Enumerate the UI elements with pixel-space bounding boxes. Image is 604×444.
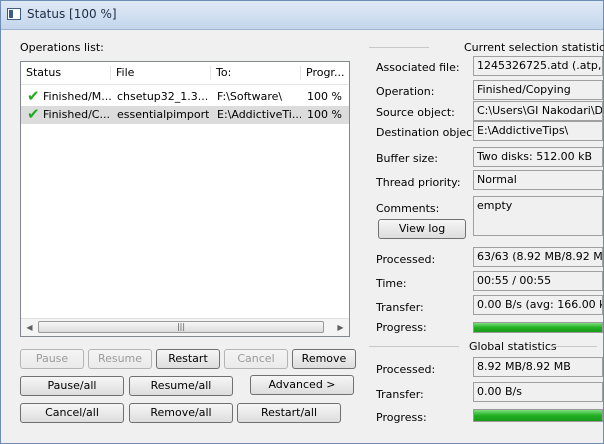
- restart-button[interactable]: Restart: [156, 349, 220, 369]
- app-window-icon: [7, 8, 21, 20]
- pause-all-button[interactable]: Pause/all: [20, 376, 124, 396]
- pause-button[interactable]: Pause: [20, 349, 84, 369]
- view-log-button[interactable]: View log: [378, 219, 466, 239]
- progress-label: Progress:: [376, 321, 427, 334]
- table-row[interactable]: ✔ Finished/C... essentialpimport3 E:\Add…: [21, 106, 349, 124]
- comments-value: empty: [473, 196, 603, 236]
- remove-button[interactable]: Remove: [292, 349, 356, 369]
- time-label: Time:: [376, 277, 407, 290]
- destination-object-label: Destination object:: [376, 126, 481, 139]
- buffer-size-value: Two disks: 512.00 kB: [473, 147, 603, 167]
- operations-list-label: Operations list:: [20, 41, 104, 54]
- thread-priority-label: Thread priority:: [376, 176, 461, 189]
- associated-file-label: Associated file:: [376, 61, 460, 74]
- resume-all-button[interactable]: Resume/all: [129, 376, 233, 396]
- global-processed-label: Processed:: [376, 363, 436, 376]
- operation-value: Finished/Copying: [473, 80, 603, 100]
- buffer-size-label: Buffer size:: [376, 152, 438, 165]
- processed-label: Processed:: [376, 253, 436, 266]
- resume-button[interactable]: Resume: [88, 349, 152, 369]
- section-divider: [551, 346, 597, 347]
- remove-all-button[interactable]: Remove/all: [129, 403, 233, 423]
- title-bar[interactable]: Status [100 %]: [1, 1, 603, 30]
- operations-list[interactable]: Status File To: Progr... ✔ Finished/M...…: [20, 61, 350, 337]
- list-header: Status File To: Progr...: [21, 62, 349, 85]
- column-header-status[interactable]: Status: [21, 66, 111, 80]
- processed-value: 63/63 (8.92 MB/8.92 MB): [473, 247, 603, 267]
- column-header-to[interactable]: To:: [211, 66, 301, 80]
- thread-priority-value: Normal: [473, 170, 603, 190]
- table-row[interactable]: ✔ Finished/M... chsetup32_1.3... F:\Soft…: [21, 88, 349, 106]
- global-progress-label: Progress:: [376, 411, 427, 424]
- row-progress: 100 %: [307, 90, 342, 103]
- section-divider: [369, 47, 429, 48]
- comments-label: Comments:: [376, 202, 440, 215]
- time-value: 00:55 / 00:55: [473, 271, 603, 291]
- transfer-value: 0.00 B/s (avg: 166.00 kB/: [473, 295, 603, 315]
- source-object-value: C:\Users\GI Nakodari\Des: [473, 101, 603, 121]
- source-object-label: Source object:: [376, 106, 455, 119]
- column-header-file[interactable]: File: [111, 66, 211, 80]
- row-progress: 100 %: [307, 108, 342, 121]
- global-stats-heading: Global statistics: [469, 340, 557, 353]
- window-title: Status [100 %]: [27, 7, 117, 21]
- global-processed-value: 8.92 MB/8.92 MB: [473, 357, 603, 377]
- global-progress-bar: [473, 409, 603, 422]
- column-header-progress[interactable]: Progr...: [301, 66, 349, 80]
- global-transfer-value: 0.00 B/s: [473, 382, 603, 402]
- scroll-right-icon[interactable]: ▶: [332, 319, 349, 336]
- cancel-button[interactable]: Cancel: [224, 349, 288, 369]
- row-destination: F:\Software\: [217, 90, 283, 103]
- horizontal-scrollbar[interactable]: ◀ ||| ▶: [21, 318, 349, 336]
- checkmark-icon: ✔: [27, 105, 40, 123]
- section-divider: [369, 346, 459, 347]
- transfer-label: Transfer:: [376, 301, 424, 314]
- row-status: Finished/M...: [43, 90, 111, 103]
- scrollbar-thumb[interactable]: |||: [38, 321, 324, 333]
- cancel-all-button[interactable]: Cancel/all: [20, 403, 124, 423]
- global-transfer-label: Transfer:: [376, 388, 424, 401]
- advanced-button[interactable]: Advanced >: [250, 375, 354, 395]
- restart-all-button[interactable]: Restart/all: [237, 403, 341, 423]
- current-stats-heading: Current selection statistics: [464, 41, 604, 54]
- associated-file-value: 1245326725.atd (.atp, .lo: [473, 56, 603, 76]
- global-progress-fill: [474, 410, 602, 421]
- row-status: Finished/C...: [43, 108, 110, 121]
- current-progress-bar: [473, 322, 603, 333]
- row-file: chsetup32_1.3...: [117, 90, 209, 103]
- scroll-left-icon[interactable]: ◀: [21, 319, 38, 336]
- status-window: Status [100 %] Operations list: Status F…: [0, 0, 604, 444]
- row-file: essentialpimport3: [117, 108, 209, 121]
- destination-object-value: E:\AddictiveTips\: [473, 121, 603, 141]
- row-destination: E:\AddictiveTi...: [217, 108, 301, 121]
- client-area: Operations list: Status File To: Progr..…: [9, 31, 604, 437]
- checkmark-icon: ✔: [27, 87, 40, 105]
- operation-label: Operation:: [376, 85, 435, 98]
- current-progress-fill: [474, 323, 602, 332]
